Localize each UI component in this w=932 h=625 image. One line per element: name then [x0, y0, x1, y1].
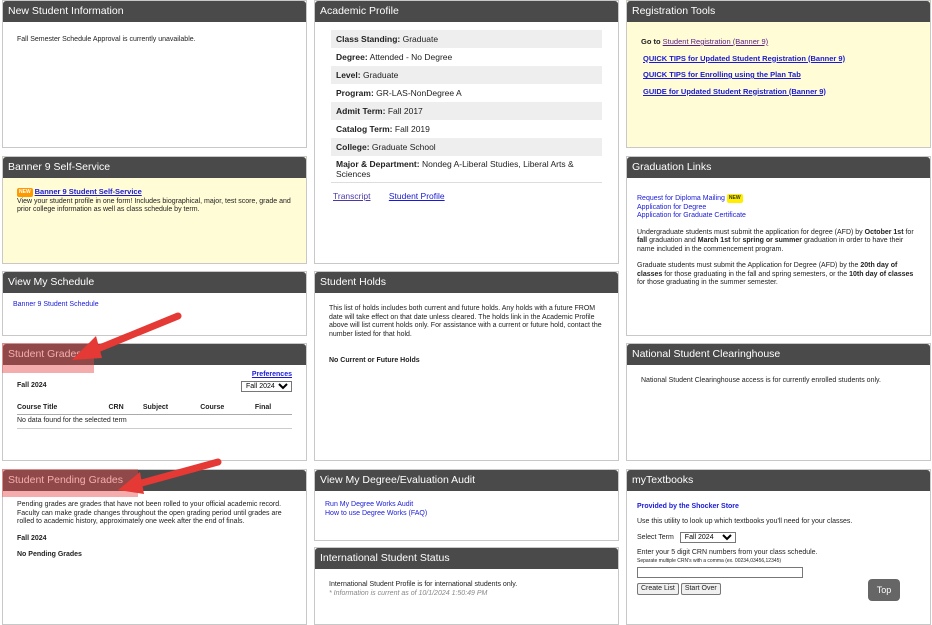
graduate-certificate-link[interactable]: Application for Graduate Certificate: [637, 212, 746, 219]
profile-row: Class Standing: Graduate: [331, 30, 602, 48]
panel-title: Registration Tools: [627, 1, 930, 22]
profile-row: Program: GR-LAS-NonDegree A: [336, 88, 462, 98]
international-text: International Student Profile is for int…: [329, 581, 518, 588]
transcript-link[interactable]: Transcript: [333, 191, 370, 201]
application-degree-link[interactable]: Application for Degree: [637, 204, 706, 211]
grades-table: Course Title CRN Subject Course Final No…: [17, 401, 292, 429]
panel-title: National Student Clearinghouse: [627, 344, 930, 365]
textbooks-panel: myTextbooks Provided by the Shocker Stor…: [626, 469, 931, 625]
textbook-term-select[interactable]: Fall 2024: [679, 532, 736, 543]
pending-grades-status: No Pending Grades: [17, 551, 82, 558]
holds-status: No Current or Future Holds: [329, 357, 420, 364]
pending-grades-description: Pending grades are grades that have not …: [17, 501, 282, 525]
pending-term-label: Fall 2024: [17, 534, 47, 542]
new-badge: NEW: [17, 188, 33, 197]
shocker-store-label: Provided by the Shocker Store: [637, 503, 739, 510]
crn-instructions: Enter your 5 digit CRN numbers from your…: [637, 549, 818, 556]
degree-audit-panel: View My Degree/Evaluation Audit Run My D…: [314, 469, 619, 541]
grades-term-select[interactable]: Fall 2024: [241, 380, 292, 392]
column-header: Course: [200, 401, 255, 415]
panel-title: myTextbooks: [627, 470, 930, 491]
create-list-button[interactable]: Create List: [637, 582, 679, 595]
clearinghouse-text: National Student Clearinghouse access is…: [641, 377, 881, 384]
arrow-icon: [72, 312, 182, 360]
profile-row: Admit Term: Fall 2017: [331, 102, 602, 120]
goto-prefix: Go to: [641, 37, 661, 46]
grades-term-label: Fall 2024: [17, 381, 47, 389]
grades-empty-message: No data found for the selected term: [17, 414, 292, 429]
column-header: CRN: [108, 401, 143, 415]
arrow-icon: [118, 458, 222, 494]
banner9-description: View your student profile in one form! I…: [17, 197, 291, 214]
registration-guide-link[interactable]: GUIDE for Updated Student Registration (…: [643, 87, 826, 96]
panel-title: Banner 9 Self-Service: [3, 157, 306, 178]
panel-title: Student Holds: [315, 272, 618, 293]
diploma-mailing-link[interactable]: Request for Diploma Mailing: [637, 195, 725, 202]
schedule-approval-message: Fall Semester Schedule Approval is curre…: [17, 36, 196, 43]
international-status-panel: International Student Status Internation…: [314, 547, 619, 625]
select-term-label: Select Term: [637, 534, 674, 541]
run-degree-works-link[interactable]: Run My Degree Works Audit: [325, 501, 413, 508]
new-student-panel: New Student Information Fall Semester Sc…: [2, 0, 307, 148]
start-over-button[interactable]: Start Over: [680, 582, 721, 595]
panel-title: Graduation Links: [627, 157, 930, 178]
profile-row: Level: Graduate: [331, 66, 602, 84]
profile-row: College: Graduate School: [331, 138, 602, 156]
student-holds-panel: Student Holds This list of holds include…: [314, 271, 619, 461]
student-profile-link[interactable]: Student Profile: [389, 191, 445, 201]
banner9-panel: Banner 9 Self-Service NEW Banner 9 Stude…: [2, 156, 307, 264]
clearinghouse-panel: National Student Clearinghouse National …: [626, 343, 931, 461]
academic-profile-panel: Academic Profile Class Standing: Graduat…: [314, 0, 619, 264]
info-current-note: * Information is current as of 10/1/2024…: [329, 589, 488, 597]
panel-title: Academic Profile: [315, 1, 618, 22]
registration-tools-panel: Registration Tools Go to Student Registr…: [626, 0, 931, 148]
panel-title: New Student Information: [3, 1, 306, 22]
profile-table: Class Standing: Graduate Degree: Attende…: [315, 22, 618, 183]
quick-tips-plan-tab-link[interactable]: QUICK TIPS for Enrolling using the Plan …: [643, 70, 801, 79]
student-registration-link[interactable]: Student Registration (Banner 9): [663, 37, 768, 46]
degree-works-faq-link[interactable]: How to use Degree Works (FAQ): [325, 510, 427, 517]
column-header: Subject: [142, 401, 201, 415]
crn-hint: Separate multiple CRN's with a comma (ex…: [637, 557, 782, 564]
preferences-link[interactable]: Preferences: [252, 371, 292, 378]
column-header: Course Title: [17, 401, 109, 415]
panel-title: International Student Status: [315, 548, 618, 569]
graduation-links-panel: Graduation Links Request for Diploma Mai…: [626, 156, 931, 336]
banner9-schedule-link[interactable]: Banner 9 Student Schedule: [13, 301, 99, 308]
column-header: Final: [254, 401, 292, 415]
panel-title: View My Schedule: [3, 272, 306, 293]
profile-row: Major & Department: Nondeg A-Liberal Stu…: [331, 156, 602, 183]
crn-input[interactable]: [637, 566, 803, 578]
holds-description: This list of holds includes both current…: [329, 305, 602, 338]
profile-row: Degree: Attended - No Degree: [336, 52, 453, 62]
panel-title: View My Degree/Evaluation Audit: [315, 470, 618, 491]
profile-row: Catalog Term: Fall 2019: [336, 124, 430, 134]
textbooks-intro: Use this utility to look up which textbo…: [637, 517, 853, 525]
banner9-self-service-link[interactable]: Banner 9 Student Self-Service: [35, 187, 142, 196]
quick-tips-registration-link[interactable]: QUICK TIPS for Updated Student Registrat…: [643, 54, 845, 63]
new-badge: NEW: [726, 194, 743, 203]
grad-deadline-text: Graduate students must submit the Applic…: [637, 262, 914, 287]
undergrad-deadline-text: Undergraduate students must submit the a…: [637, 228, 914, 253]
back-to-top-button[interactable]: Top: [868, 579, 900, 601]
